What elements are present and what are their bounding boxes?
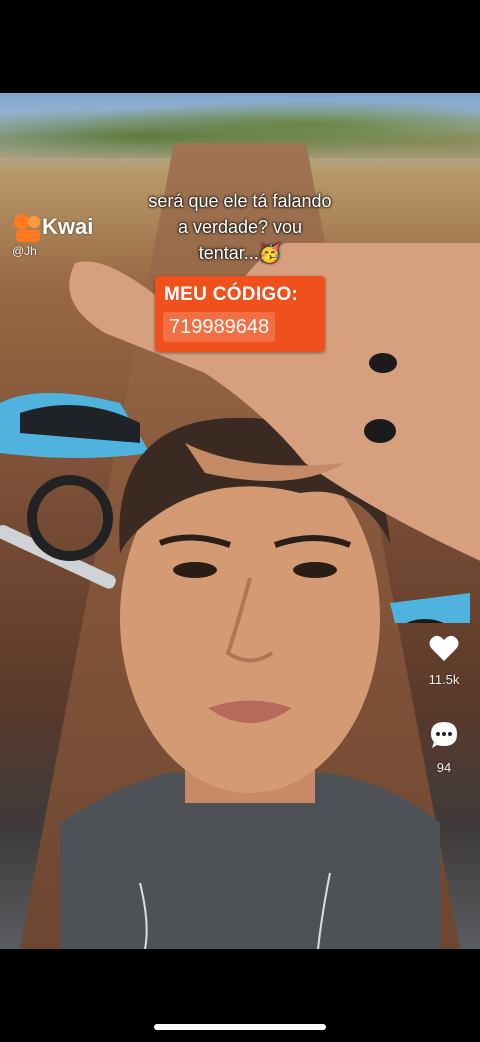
- code-value: 719989648: [163, 312, 276, 342]
- home-indicator[interactable]: [154, 1024, 326, 1030]
- kwai-title: Kwai: [42, 214, 94, 239]
- caption-line-2: a verdade? vou: [177, 217, 303, 237]
- kwai-username: @Jh: [12, 244, 37, 258]
- caption-line-3: tentar...🥳: [198, 243, 282, 263]
- comment-button[interactable]: 94: [422, 720, 466, 775]
- like-count: 11.5k: [428, 672, 460, 687]
- video-caption: será que ele tá falando a verdade? vou t…: [128, 188, 352, 266]
- caption-line-1: será que ele tá falando: [148, 191, 332, 211]
- kwai-logo-icon: [14, 214, 40, 242]
- heart-icon: [429, 635, 459, 661]
- comment-icon: [431, 722, 457, 748]
- referral-code-box: MEU CÓDIGO: 719989648: [155, 276, 325, 352]
- code-label: MEU CÓDIGO:: [164, 284, 299, 305]
- kwai-watermark: Kwai @Jh: [12, 212, 112, 302]
- like-button[interactable]: 11.5k: [422, 634, 466, 687]
- comment-count: 94: [436, 760, 452, 775]
